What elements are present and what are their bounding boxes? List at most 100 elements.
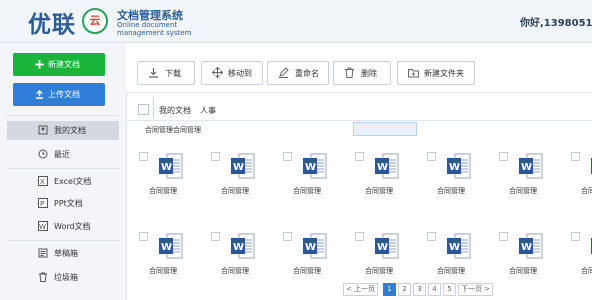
pencil-icon: [279, 67, 289, 78]
draft-icon: [38, 248, 48, 258]
file-name[interactable]: 合同管理: [499, 266, 547, 276]
next-page-button[interactable]: 下一页 >: [458, 283, 493, 296]
file-checkbox[interactable]: [499, 152, 508, 161]
sidebar-divider: [7, 240, 119, 241]
download-button[interactable]: 下载: [137, 61, 195, 85]
file-checkbox[interactable]: [139, 232, 148, 241]
sidebar-item-label: 垃圾箱: [54, 273, 78, 282]
file-checkbox[interactable]: [283, 232, 292, 241]
file-item[interactable]: W 合同管理: [499, 152, 555, 202]
sidebar-item-my-docs[interactable]: 我的文档: [7, 121, 119, 140]
sidebar-item-label: Word文档: [54, 222, 91, 231]
file-checkbox[interactable]: [571, 232, 580, 241]
word-file-icon: W: [375, 153, 399, 179]
new-document-button[interactable]: 新建文档: [13, 53, 105, 76]
file-name[interactable]: 合同管理: [499, 186, 547, 196]
new-folder-button[interactable]: 新建文件夹: [397, 61, 475, 85]
upload-document-button[interactable]: 上传文档: [13, 83, 105, 106]
page-4-button[interactable]: 4: [428, 283, 441, 296]
select-all-checkbox[interactable]: [138, 104, 149, 115]
new-folder-icon: [408, 69, 419, 78]
file-checkbox[interactable]: [355, 232, 364, 241]
move-icon: [212, 67, 223, 78]
file-checkbox[interactable]: [355, 152, 364, 161]
logo-badge: 云: [82, 8, 108, 34]
file-item[interactable]: W 合同管理: [283, 232, 339, 282]
file-item[interactable]: W合同管理: [427, 152, 483, 202]
svg-text:W: W: [161, 242, 172, 253]
my-docs-icon: [38, 125, 48, 135]
word-file-icon: W: [447, 233, 471, 259]
breadcrumb-current[interactable]: 人事: [200, 105, 216, 116]
file-checkbox[interactable]: [283, 152, 292, 161]
sidebar-item-drafts[interactable]: 草稿箱: [7, 244, 119, 263]
rename-input[interactable]: [353, 122, 417, 136]
word-file-icon: W: [303, 153, 327, 179]
sidebar-item-label: 最近: [54, 150, 70, 159]
sidebar-item-word[interactable]: W Word文档: [7, 217, 119, 236]
file-item[interactable]: W 合同管理: [139, 232, 195, 282]
file-name[interactable]: 合同管理: [211, 186, 259, 196]
file-name[interactable]: 合同管理: [571, 266, 592, 276]
file-name[interactable]: 合同管理: [355, 186, 403, 196]
file-checkbox[interactable]: [427, 152, 436, 161]
file-item[interactable]: W 合同管理: [139, 152, 195, 202]
rename-button[interactable]: 重命名: [267, 61, 329, 85]
page-3-button[interactable]: 3: [413, 283, 426, 296]
move-to-button[interactable]: 移动到: [201, 61, 263, 85]
ppt-icon: P: [38, 198, 48, 208]
file-item[interactable]: W合同管理: [355, 232, 411, 282]
file-item[interactable]: W 合同管理: [283, 152, 339, 202]
trash-icon: [39, 272, 47, 282]
page-1-button[interactable]: 1: [383, 283, 396, 296]
file-name[interactable]: 合同管理: [211, 266, 259, 276]
delete-button[interactable]: 删除: [333, 61, 391, 85]
file-checkbox[interactable]: [427, 232, 436, 241]
word-file-icon: W: [159, 153, 183, 179]
page-5-button[interactable]: 5: [443, 283, 456, 296]
sidebar-item-ppt[interactable]: P PPt文档: [7, 194, 119, 213]
svg-text:W: W: [233, 242, 244, 253]
sidebar-item-trash[interactable]: 垃圾箱: [7, 268, 119, 287]
page-2-button[interactable]: 2: [398, 283, 411, 296]
plus-icon: [35, 60, 44, 69]
word-file-icon: W: [231, 153, 255, 179]
file-checkbox[interactable]: [139, 152, 148, 161]
file-checkbox[interactable]: [571, 152, 580, 161]
file-item[interactable]: W合同管理: [499, 232, 555, 282]
file-name[interactable]: 合同管理: [139, 186, 187, 196]
file-item[interactable]: W 合同管理: [211, 232, 267, 282]
sidebar-item-excel[interactable]: X Excel文档: [7, 172, 119, 191]
svg-text:W: W: [305, 162, 316, 173]
file-item[interactable]: W合同管理: [571, 152, 592, 202]
file-checkbox[interactable]: [211, 232, 220, 241]
breadcrumb-root[interactable]: 我的文档: [159, 105, 191, 116]
breadcrumb-divider: [153, 97, 154, 119]
svg-text:W: W: [449, 242, 460, 253]
file-item[interactable]: W 合同管理: [427, 232, 483, 282]
file-item[interactable]: W 合同管理: [355, 152, 411, 202]
new-document-label: 新建文档: [48, 60, 80, 69]
file-name[interactable]: 合同管理: [283, 266, 331, 276]
user-greeting[interactable]: 你好,1398051008: [520, 14, 592, 29]
file-checkbox[interactable]: [499, 232, 508, 241]
file-item[interactable]: W合同管理: [571, 232, 592, 282]
prev-page-button[interactable]: < 上一页: [343, 283, 378, 296]
file-name[interactable]: 合同管理: [355, 266, 403, 276]
word-file-icon: W: [519, 153, 543, 179]
rename-preview-text: 合同管理合同管理: [145, 126, 201, 134]
file-name[interactable]: 合同管理: [139, 266, 187, 276]
upload-icon: [35, 90, 44, 99]
sidebar-divider: [7, 168, 119, 169]
file-name[interactable]: 合同管理: [571, 186, 592, 196]
sidebar-item-label: PPt文档: [54, 199, 83, 208]
file-name[interactable]: 合同管理: [427, 186, 475, 196]
breadcrumb-underline: [126, 120, 592, 121]
file-name[interactable]: 合同管理: [427, 266, 475, 276]
word-file-icon: W: [303, 233, 327, 259]
file-checkbox[interactable]: [211, 152, 220, 161]
file-item[interactable]: W 合同管理: [211, 152, 267, 202]
file-name[interactable]: 合同管理: [283, 186, 331, 196]
excel-icon: X: [38, 176, 48, 186]
sidebar-item-recent[interactable]: 最近: [7, 145, 119, 164]
